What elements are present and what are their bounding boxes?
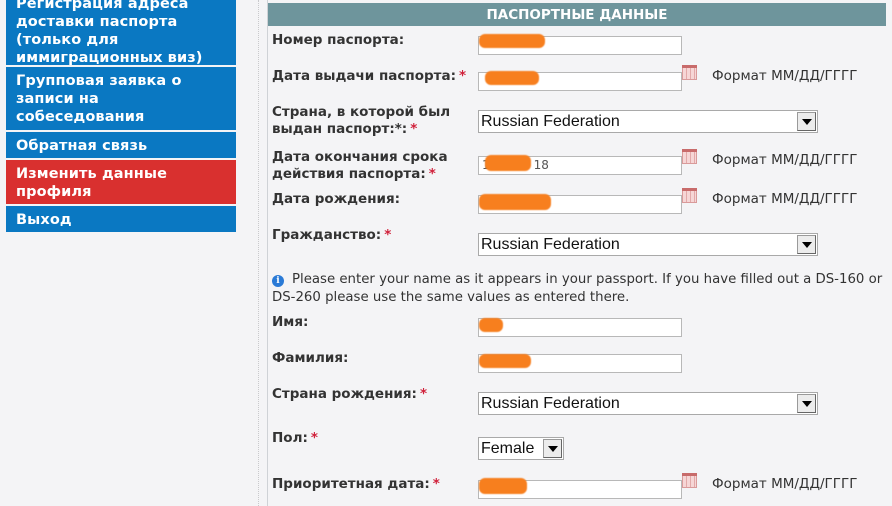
passport-number-label: Номер паспорта: [272,32,405,48]
gender-select[interactable]: Female [478,437,564,460]
calendar-icon[interactable] [682,149,697,164]
required-mark: * [459,68,467,84]
citizenship-select[interactable]: Russian Federation [478,233,818,256]
birth-country-select[interactable]: Russian Federation [478,392,818,415]
required-mark: * [310,430,318,446]
chevron-down-icon[interactable] [543,439,562,458]
date-format-hint: Формат ММ/ДД/ГГГГ [712,476,858,492]
redaction-mark [479,354,531,368]
redaction-mark [485,71,539,85]
required-mark: * [428,166,436,182]
calendar-icon[interactable] [682,65,697,80]
chevron-down-icon[interactable] [797,394,816,413]
redaction-mark [479,318,503,332]
required-mark: * [384,227,392,243]
info-icon: i [272,275,284,287]
sidebar-item-passport-delivery-address[interactable]: Регистрация адреса доставки паспорта (то… [6,0,236,67]
priority-date-label: Приоритетная дата: * [272,476,440,492]
chevron-down-icon[interactable] [797,235,816,254]
sidebar-item-edit-profile[interactable]: Изменить данные профиля [6,160,236,206]
page: Регистрация адреса доставки паспорта (то… [0,0,892,506]
birth-country-value: Russian Federation [481,395,620,412]
redaction-mark [479,194,551,210]
required-mark: * [419,386,427,402]
priority-date-input[interactable] [478,478,682,499]
last-name-input[interactable] [478,354,682,373]
redaction-mark [479,478,527,494]
first-name-label: Имя: [272,314,309,330]
expiration-date-input[interactable]: 118 [478,155,682,175]
required-mark: * [432,476,440,492]
gender-value: Female [481,440,535,457]
gender-label: Пол: * [272,430,318,446]
required-mark: * [410,121,418,137]
chevron-down-icon[interactable] [797,112,816,131]
last-name-label: Фамилия: [272,350,349,366]
birth-date-input[interactable] [478,194,682,214]
issuing-country-label: Страна, в которой был выдан паспорт:*: * [272,104,451,137]
issuing-country-select[interactable]: Russian Federation [478,110,818,133]
calendar-icon[interactable] [682,473,697,488]
date-format-hint: Формат ММ/ДД/ГГГГ [712,68,858,84]
birth-country-label: Страна рождения: * [272,386,427,402]
redaction-mark [485,155,531,171]
calendar-icon[interactable] [682,188,697,203]
date-format-hint: Формат ММ/ДД/ГГГГ [712,152,858,168]
citizenship-label: Гражданство: * [272,227,392,243]
issue-date-input[interactable] [478,71,682,91]
section-header: ПАСПОРТНЫЕ ДАННЫЕ [268,3,886,26]
sidebar-item-feedback[interactable]: Обратная связь [6,132,236,160]
sidebar-nav: Регистрация адреса доставки паспорта (то… [6,0,236,234]
expiration-date-label: Дата окончания срока действия паспорта: * [272,149,448,182]
sidebar-item-logout[interactable]: Выход [6,206,236,234]
name-notice: i Please enter your name as it appears in… [272,272,883,305]
passport-number-input[interactable] [478,34,682,55]
column-divider [258,0,259,506]
date-format-hint: Формат ММ/ДД/ГГГГ [712,191,858,207]
citizenship-value: Russian Federation [481,236,620,253]
expiration-date-suffix: 18 [533,158,549,172]
issuing-country-value: Russian Federation [481,113,620,130]
first-name-input[interactable] [478,318,682,337]
redaction-mark [479,34,545,48]
birth-date-label: Дата рождения: [272,191,401,207]
sidebar-item-group-appointment[interactable]: Групповая заявка о записи на собеседован… [6,67,236,132]
issue-date-label: Дата выдачи паспорта: * [272,68,467,84]
passport-data-panel: ПАСПОРТНЫЕ ДАННЫЕ Номер паспорта: Дата в… [267,0,892,506]
